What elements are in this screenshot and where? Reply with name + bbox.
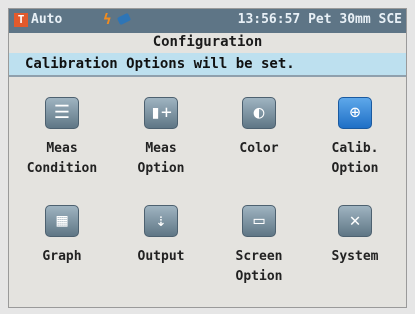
menu-item-meas-condition[interactable]: ☰ Meas Condition [14, 97, 110, 179]
settings-list-icon: ☰ [45, 97, 79, 129]
color-sample-icon: ◐ [242, 97, 276, 129]
divider [9, 75, 406, 77]
screen-icon: ▭ [242, 205, 276, 237]
graph-icon: ▦ [45, 205, 79, 237]
menu-item-label: Color [239, 141, 279, 156]
menu-item-meas-option[interactable]: ▮+ Meas Option [113, 97, 209, 179]
status-bar: T Auto ϟ 13:56:57 Pet 30mm SCE [9, 9, 406, 33]
clock: 13:56:57 [237, 12, 301, 27]
calibration-plus-icon: ⊕ [338, 97, 372, 129]
status-info: 13:56:57 Pet 30mm SCE [238, 12, 402, 27]
menu-item-graph[interactable]: ▦ Graph [14, 205, 110, 267]
power-bolt-icon: ϟ [103, 12, 112, 28]
menu-item-screen-option[interactable]: ▭ Screen Option [211, 205, 307, 287]
mode-label: Auto [31, 12, 63, 27]
info-message: Calibration Options will be set. [9, 53, 406, 75]
menu-item-label: System [331, 249, 379, 264]
menu-item-color[interactable]: ◐ Color [211, 97, 307, 159]
menu-item-calib-option[interactable]: ⊕ Calib. Option [307, 97, 403, 179]
menu-item-output[interactable]: ⇣ Output [113, 205, 209, 267]
menu-item-label: Output [137, 249, 185, 264]
add-option-icon: ▮+ [144, 97, 178, 129]
menu-item-label: Meas Option [137, 141, 185, 176]
usb-icon: ⇣ [144, 205, 178, 237]
page-title: Configuration [152, 34, 263, 50]
device-screen: T Auto ϟ 13:56:57 Pet 30mm SCE Configura… [8, 8, 407, 308]
measurement-info: Pet 30mm SCE [308, 12, 402, 27]
menu-item-label: Calib. Option [331, 141, 379, 176]
menu-item-label: Graph [42, 249, 82, 264]
menu-item-system[interactable]: ✕ System [307, 205, 403, 267]
wrench-screwdriver-icon: ✕ [338, 205, 372, 237]
menu-item-label: Meas Condition [26, 141, 98, 176]
probe-icon [116, 12, 132, 26]
menu-item-label: Screen Option [235, 249, 283, 284]
mode-icon: T [14, 13, 28, 27]
